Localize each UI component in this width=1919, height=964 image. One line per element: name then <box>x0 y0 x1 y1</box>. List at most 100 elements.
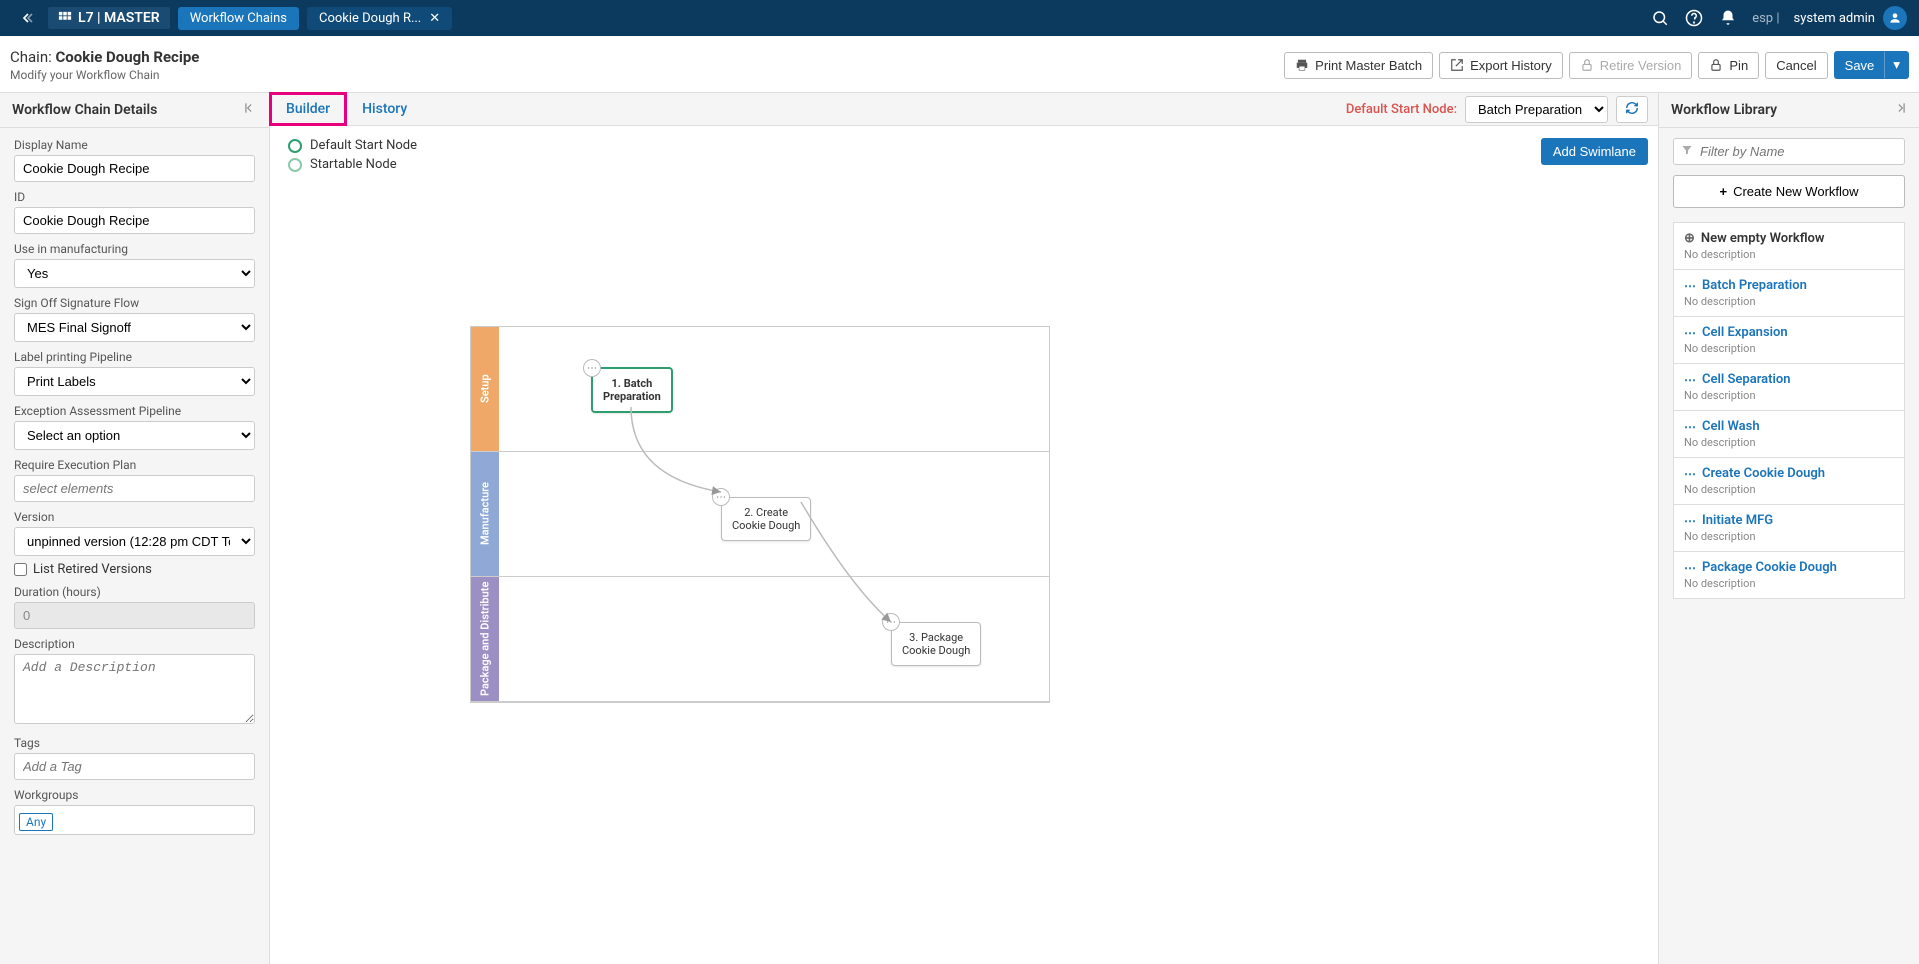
help-button[interactable] <box>1684 8 1704 28</box>
display-name-input[interactable] <box>14 155 255 182</box>
node-2-line2: Cookie Dough <box>732 519 800 532</box>
workflow-chains-pill[interactable]: Workflow Chains <box>178 7 299 30</box>
left-panel: Workflow Chain Details Display Name ID U… <box>0 93 270 964</box>
default-node-icon <box>288 139 302 153</box>
list-item[interactable]: ⋯Batch Preparation No description <box>1673 270 1905 317</box>
node-3-line1: 3. Package <box>909 631 963 644</box>
list-item[interactable]: ⋯Cell Wash No description <box>1673 411 1905 458</box>
right-panel-title: Workflow Library <box>1671 102 1777 118</box>
startable-node-icon <box>288 158 302 172</box>
breadcrumb-tab[interactable]: Cookie Dough R... ✕ <box>307 7 452 30</box>
cancel-button[interactable]: Cancel <box>1765 52 1827 79</box>
left-panel-title: Workflow Chain Details <box>12 102 157 118</box>
logo-text: L7 | MASTER <box>78 10 160 26</box>
node-2-line1: 2. Create <box>744 506 788 519</box>
filter-input[interactable] <box>1673 138 1905 165</box>
esp-label: esp | <box>1752 11 1779 26</box>
list-item[interactable]: ⋯Cell Separation No description <box>1673 364 1905 411</box>
swimlane-container: Setup ⋯ 1. Batch Preparation Manufacture… <box>470 326 1050 703</box>
wf-item-title: Create Cookie Dough <box>1702 466 1825 481</box>
drag-icon: ⋯ <box>1684 420 1696 434</box>
header-actions: Print Master Batch Export History Retire… <box>1284 51 1909 79</box>
duration-label: Duration (hours) <box>14 585 255 599</box>
signoff-select[interactable]: MES Final Signoff <box>14 313 255 342</box>
list-item[interactable]: ⋯Cell Expansion No description <box>1673 317 1905 364</box>
require-plan-input[interactable] <box>14 475 255 502</box>
pin-button[interactable]: Pin <box>1698 52 1759 79</box>
export-history-button[interactable]: Export History <box>1439 52 1563 79</box>
collapse-right-icon[interactable] <box>1893 101 1907 119</box>
node-package-cookie-dough[interactable]: ⋯ 3. Package Cookie Dough <box>891 622 981 666</box>
id-input[interactable] <box>14 207 255 234</box>
list-item[interactable]: ⋯Initiate MFG No description <box>1673 505 1905 552</box>
lane-mfg-label[interactable]: Manufacture <box>471 452 499 576</box>
list-item[interactable]: ⋯Package Cookie Dough No description <box>1673 552 1905 599</box>
save-button[interactable]: Save <box>1834 51 1886 79</box>
create-new-workflow-button[interactable]: + Create New Workflow <box>1673 175 1905 208</box>
wf-item-desc: No description <box>1684 483 1894 496</box>
default-start-select[interactable]: Batch Preparation <box>1465 96 1608 123</box>
save-dropdown-button[interactable]: ▾ <box>1885 51 1909 79</box>
legend-startable-label: Startable Node <box>310 157 397 172</box>
exception-pipeline-select[interactable]: Select an option <box>14 421 255 450</box>
display-name-label: Display Name <box>14 138 255 152</box>
collapse-left-icon[interactable] <box>243 101 257 119</box>
tab-builder[interactable]: Builder <box>270 93 346 125</box>
workgroups-input[interactable]: Any <box>14 805 255 835</box>
node-handle-icon[interactable]: ⋯ <box>583 359 601 377</box>
version-select[interactable]: unpinned version (12:28 pm CDT To... <box>14 527 255 556</box>
canvas-area[interactable]: Default Start Node Startable Node Add Sw… <box>270 126 1658 964</box>
print-master-batch-button[interactable]: Print Master Batch <box>1284 52 1433 79</box>
refresh-button[interactable] <box>1616 96 1648 123</box>
retire-version-button[interactable]: Retire Version <box>1569 52 1693 79</box>
drag-icon: ⋯ <box>1684 373 1696 387</box>
add-swimlane-button[interactable]: Add Swimlane <box>1541 138 1648 165</box>
avatar <box>1883 6 1907 30</box>
workgroup-chip[interactable]: Any <box>19 813 53 831</box>
use-mfg-label: Use in manufacturing <box>14 242 255 256</box>
tags-label: Tags <box>14 736 255 750</box>
legend-default: Default Start Node <box>288 138 417 153</box>
default-start-label: Default Start Node: <box>1346 102 1457 117</box>
help-icon <box>1685 9 1703 27</box>
wf-item-desc: No description <box>1684 342 1894 355</box>
lane-setup-label[interactable]: Setup <box>471 327 499 451</box>
create-btn-row: + Create New Workflow <box>1659 171 1919 222</box>
lock-icon <box>1580 58 1594 72</box>
expand-icon <box>1893 101 1907 115</box>
tab-title: Cookie Dough R... <box>319 11 421 26</box>
center-header-right: Default Start Node: Batch Preparation <box>1346 96 1658 123</box>
drag-icon: ⋯ <box>1684 279 1696 293</box>
print-label: Print Master Batch <box>1315 58 1422 73</box>
list-item[interactable]: ⊕New empty Workflow No description <box>1673 222 1905 270</box>
notifications-button[interactable] <box>1718 8 1738 28</box>
close-icon[interactable]: ✕ <box>429 11 440 26</box>
label-pipeline-select[interactable]: Print Labels <box>14 367 255 396</box>
node-batch-preparation[interactable]: ⋯ 1. Batch Preparation <box>591 367 673 413</box>
wf-item-desc: No description <box>1684 436 1894 449</box>
person-icon <box>1888 11 1902 25</box>
wf-item-desc: No description <box>1684 389 1894 402</box>
label-pipeline-label: Label printing Pipeline <box>14 350 255 364</box>
printer-icon <box>1295 58 1309 72</box>
filter-wrap <box>1673 138 1905 165</box>
lane-pkg-label[interactable]: Package and Distribute <box>471 577 499 701</box>
wf-item-desc: No description <box>1684 530 1894 543</box>
signoff-label: Sign Off Signature Flow <box>14 296 255 310</box>
use-mfg-select[interactable]: Yes <box>14 259 255 288</box>
user-name: system admin <box>1794 11 1876 26</box>
tags-input[interactable] <box>14 753 255 780</box>
search-button[interactable] <box>1650 8 1670 28</box>
list-retired-checkbox[interactable] <box>14 563 27 576</box>
list-item[interactable]: ⋯Create Cookie Dough No description <box>1673 458 1905 505</box>
node-handle-icon[interactable]: ⋯ <box>882 613 900 631</box>
node-handle-icon[interactable]: ⋯ <box>712 488 730 506</box>
tab-history[interactable]: History <box>346 93 423 125</box>
user-menu[interactable]: system admin <box>1794 6 1908 30</box>
chain-name: Cookie Dough Recipe <box>55 48 199 66</box>
description-textarea[interactable] <box>14 654 255 724</box>
node-create-cookie-dough[interactable]: ⋯ 2. Create Cookie Dough <box>721 497 811 541</box>
filter-icon <box>1681 144 1693 160</box>
back-button[interactable] <box>12 4 40 32</box>
export-icon <box>1450 58 1464 72</box>
